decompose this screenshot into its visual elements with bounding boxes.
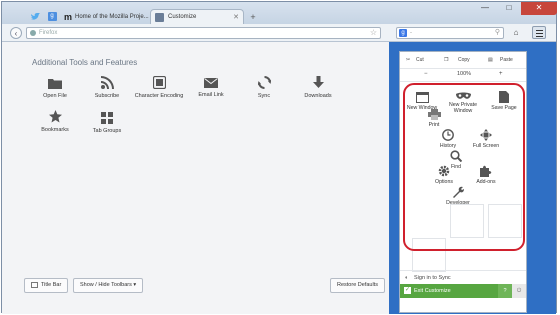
palette-item-bookmarks[interactable]: Bookmarks bbox=[29, 110, 81, 133]
maximize-button[interactable]: □ bbox=[497, 2, 521, 15]
download-icon bbox=[312, 76, 324, 88]
zoom-out-button[interactable]: − bbox=[424, 71, 428, 77]
tab-twitter[interactable] bbox=[27, 9, 43, 24]
tab-groups-icon bbox=[101, 112, 113, 124]
customize-icon bbox=[155, 12, 164, 22]
palette-item-email-link[interactable]: Email Link bbox=[185, 78, 237, 98]
sign-in-label: Sign in to Sync bbox=[414, 275, 451, 281]
tab-customize[interactable]: Customize ✕ bbox=[150, 9, 244, 24]
new-tab-button[interactable]: + bbox=[246, 9, 260, 24]
title-bar-label: Title Bar bbox=[41, 282, 62, 288]
zoom-controls: − 100% + bbox=[400, 69, 526, 82]
back-button[interactable]: ‹ bbox=[10, 27, 22, 39]
home-icon[interactable]: ⌂ bbox=[510, 27, 522, 39]
restore-defaults-button[interactable]: Restore Defaults bbox=[330, 278, 385, 293]
palette-item-open-file[interactable]: Open File bbox=[29, 78, 81, 99]
navigation-toolbar: ‹ Firefox ☆ g - ⚲ ⌂ bbox=[2, 24, 556, 42]
palette-item-downloads[interactable]: Downloads bbox=[292, 76, 344, 99]
cut-button[interactable]: Cut bbox=[416, 57, 424, 63]
sync-status-icon: ◐ bbox=[405, 275, 409, 281]
paste-button[interactable]: Paste bbox=[500, 57, 513, 63]
paste-icon: ▤ bbox=[488, 57, 493, 63]
zoom-reset-button[interactable]: 100% bbox=[457, 71, 471, 77]
checkmark-icon: ✓ bbox=[404, 287, 411, 294]
rss-icon bbox=[100, 76, 114, 89]
search-bar[interactable]: g - ⚲ bbox=[396, 27, 504, 39]
title-bar-toggle[interactable]: Title Bar bbox=[24, 278, 69, 293]
url-placeholder: Firefox bbox=[39, 30, 58, 36]
customize-palette: Additional Tools and Features Open File … bbox=[2, 42, 389, 314]
search-icon[interactable]: ⚲ bbox=[495, 28, 500, 38]
menu-button[interactable] bbox=[532, 26, 546, 39]
highlight-annotation bbox=[403, 83, 525, 251]
folder-icon bbox=[48, 79, 62, 89]
quit-button[interactable]: ⏻ bbox=[512, 284, 526, 298]
url-bar[interactable]: Firefox ☆ bbox=[26, 27, 381, 39]
envelope-icon bbox=[204, 78, 218, 88]
copy-icon: ❐ bbox=[444, 57, 449, 63]
palette-item-subscribe[interactable]: Subscribe bbox=[81, 76, 133, 99]
minimize-button[interactable]: — bbox=[473, 2, 497, 15]
exit-customize-button[interactable]: Exit Customize bbox=[414, 284, 451, 298]
tab-google[interactable]: g bbox=[44, 9, 60, 24]
browser-window: g m Home of the Mozilla Proje... ✕ Custo… bbox=[1, 1, 557, 314]
close-button[interactable]: ✕ bbox=[521, 2, 557, 15]
tab-mozilla[interactable]: m Home of the Mozilla Proje... ✕ bbox=[60, 9, 150, 24]
close-tab-icon[interactable]: ✕ bbox=[229, 13, 239, 21]
palette-title: Additional Tools and Features bbox=[32, 58, 138, 67]
zoom-in-button[interactable]: + bbox=[499, 71, 503, 77]
menu-panel-area: ✂ Cut ❐ Copy ▤ Paste − 100% + New Window… bbox=[389, 42, 556, 314]
palette-item-sync[interactable]: Sync bbox=[238, 76, 290, 99]
tab-label: Customize bbox=[168, 14, 197, 20]
bookmark-star-icon[interactable]: ☆ bbox=[370, 28, 377, 38]
palette-item-character-encoding[interactable]: Character Encoding bbox=[133, 76, 185, 99]
sync-icon bbox=[257, 76, 271, 89]
tab-strip: g m Home of the Mozilla Proje... ✕ Custo… bbox=[2, 2, 557, 24]
checkbox-icon bbox=[31, 281, 38, 288]
mozilla-icon: m bbox=[64, 11, 73, 22]
window-controls: — □ ✕ bbox=[473, 2, 557, 15]
globe-icon bbox=[30, 30, 36, 36]
character-encoding-icon bbox=[152, 76, 166, 89]
search-engine-icon[interactable]: g bbox=[399, 29, 407, 37]
search-placeholder: - bbox=[410, 30, 412, 36]
twitter-icon bbox=[30, 12, 40, 20]
scissors-icon: ✂ bbox=[406, 57, 411, 63]
show-hide-toolbars-button[interactable]: Show / Hide Toolbars ▾ bbox=[73, 278, 144, 293]
help-button[interactable]: ? bbox=[498, 284, 512, 298]
copy-button[interactable]: Copy bbox=[458, 57, 470, 63]
google-icon: g bbox=[47, 12, 57, 21]
exit-customize-bar: ✓ Exit Customize ? ⏻ bbox=[400, 284, 526, 298]
palette-item-tab-groups[interactable]: Tab Groups bbox=[81, 112, 133, 134]
tab-label: Home of the Mozilla Proje... bbox=[75, 13, 149, 20]
sign-in-sync-row[interactable]: ◐ Sign in to Sync bbox=[400, 270, 526, 285]
star-icon bbox=[48, 110, 62, 123]
edit-controls: ✂ Cut ❐ Copy ▤ Paste bbox=[400, 52, 526, 69]
